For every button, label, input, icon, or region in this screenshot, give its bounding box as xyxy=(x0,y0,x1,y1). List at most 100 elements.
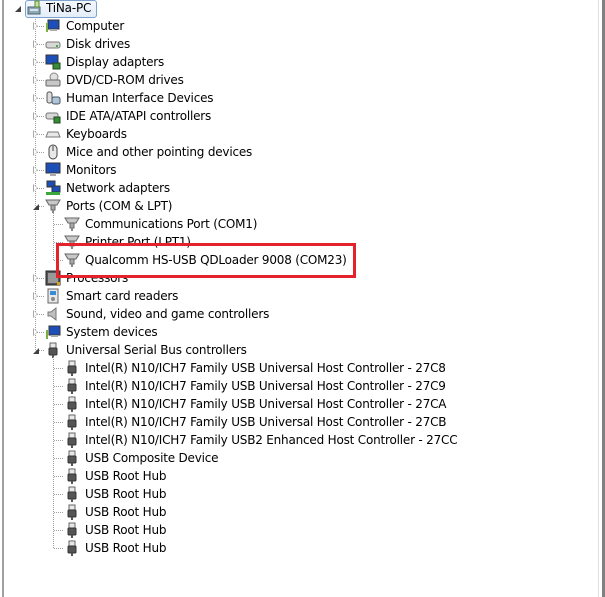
tree-category-monitors[interactable]: Monitors xyxy=(0,161,597,179)
computer-icon xyxy=(45,18,61,34)
device-tree[interactable]: TiNa-PC Computer Disk drives Display adapte… xyxy=(0,0,597,597)
expand-arrow-collapsed-icon[interactable] xyxy=(31,305,40,323)
tree-device[interactable]: Intel(R) N10/ICH7 Family USB Universal H… xyxy=(0,413,597,431)
usb-plug-icon xyxy=(64,432,80,448)
usb-plug-icon xyxy=(64,504,80,520)
tree-item-label: Intel(R) N10/ICH7 Family USB2 Enhanced H… xyxy=(85,433,458,447)
speaker-icon xyxy=(45,306,61,322)
tree-item-label: USB Root Hub xyxy=(85,505,167,519)
tree-device[interactable]: USB Composite Device xyxy=(0,449,597,467)
usb-plug-icon xyxy=(64,450,80,466)
tree-item-label: Keyboards xyxy=(66,127,127,141)
tree-category-processors[interactable]: Processors xyxy=(0,269,597,287)
tree-item-label: USB Root Hub xyxy=(85,541,167,555)
tree-item-label: Human Interface Devices xyxy=(66,91,214,105)
usb-plug-icon xyxy=(64,360,80,376)
tree-category-ide-ata-atapi-controllers[interactable]: IDE ATA/ATAPI controllers xyxy=(0,107,597,125)
tree-device[interactable]: USB Root Hub xyxy=(0,467,597,485)
expand-arrow-expanded-icon[interactable] xyxy=(13,0,22,17)
mouse-icon xyxy=(45,144,61,160)
tree-item-label: Intel(R) N10/ICH7 Family USB Universal H… xyxy=(85,397,447,411)
expand-arrow-expanded-icon[interactable] xyxy=(31,197,40,215)
tree-item-label: USB Root Hub xyxy=(85,469,167,483)
hid-icon xyxy=(45,90,61,106)
usb-plug-icon xyxy=(64,486,80,502)
tree-device[interactable]: Intel(R) N10/ICH7 Family USB Universal H… xyxy=(0,395,597,413)
usb-plug-icon xyxy=(64,468,80,484)
usb-plug-icon xyxy=(64,540,80,556)
tree-category-human-interface-devices[interactable]: Human Interface Devices xyxy=(0,89,597,107)
tree-item-label: Processors xyxy=(66,271,129,285)
tree-item-label: System devices xyxy=(66,325,158,339)
tree-item-label: Disk drives xyxy=(66,37,131,51)
tree-device[interactable]: Intel(R) N10/ICH7 Family USB Universal H… xyxy=(0,377,597,395)
tree-category-display-adapters[interactable]: Display adapters xyxy=(0,53,597,71)
usb-plug-icon xyxy=(64,522,80,538)
expand-arrow-collapsed-icon[interactable] xyxy=(31,287,40,305)
tree-item-label: Qualcomm HS-USB QDLoader 9008 (COM23) xyxy=(85,253,347,267)
tree-device[interactable]: USB Root Hub xyxy=(0,503,597,521)
expand-arrow-collapsed-icon[interactable] xyxy=(31,143,40,161)
tree-category-sound-video-and-game-controllers[interactable]: Sound, video and game controllers xyxy=(0,305,597,323)
tree-device[interactable]: USB Root Hub xyxy=(0,485,597,503)
tree-item-label: Intel(R) N10/ICH7 Family USB Universal H… xyxy=(85,379,446,393)
smart-card-reader-icon xyxy=(45,288,61,304)
tree-item-label: Universal Serial Bus controllers xyxy=(66,343,247,357)
expand-arrow-collapsed-icon[interactable] xyxy=(31,179,40,197)
tree-item-label: Ports (COM & LPT) xyxy=(66,199,173,213)
tree-device[interactable]: Printer Port (LPT1) xyxy=(0,233,597,251)
expand-arrow-collapsed-icon[interactable] xyxy=(31,89,40,107)
port-icon xyxy=(45,198,61,214)
expand-arrow-collapsed-icon[interactable] xyxy=(31,71,40,89)
tree-item-label: USB Composite Device xyxy=(85,451,219,465)
computer-tower-icon xyxy=(26,0,42,16)
expand-arrow-collapsed-icon[interactable] xyxy=(31,323,40,341)
tree-root-label: TiNa-PC xyxy=(46,1,92,15)
tree-item-label: Communications Port (COM1) xyxy=(85,217,258,231)
tree-category-ports-com-lpt[interactable]: Ports (COM & LPT) xyxy=(0,197,597,215)
disk-drive-icon xyxy=(45,36,61,52)
usb-plug-icon xyxy=(45,342,61,358)
tree-item-label: Printer Port (LPT1) xyxy=(85,235,191,249)
tree-category-dvd-cd-rom-drives[interactable]: DVD/CD-ROM drives xyxy=(0,71,597,89)
port-icon xyxy=(64,216,80,232)
tree-item-label: Network adapters xyxy=(66,181,170,195)
tree-category-smart-card-readers[interactable]: Smart card readers xyxy=(0,287,597,305)
tree-device[interactable]: Intel(R) N10/ICH7 Family USB Universal H… xyxy=(0,359,597,377)
monitor-icon xyxy=(45,162,61,178)
expand-arrow-expanded-icon[interactable] xyxy=(31,341,40,359)
tree-device[interactable]: Intel(R) N10/ICH7 Family USB2 Enhanced H… xyxy=(0,431,597,449)
tree-item-label: Computer xyxy=(66,19,125,33)
expand-arrow-collapsed-icon[interactable] xyxy=(31,107,40,125)
expand-arrow-collapsed-icon[interactable] xyxy=(31,17,40,35)
tree-device[interactable]: USB Root Hub xyxy=(0,521,597,539)
tree-category-computer[interactable]: Computer xyxy=(0,17,597,35)
expand-arrow-collapsed-icon[interactable] xyxy=(31,53,40,71)
tree-branch-line xyxy=(53,357,54,548)
tree-root[interactable]: TiNa-PC xyxy=(0,0,597,17)
tree-category-mice-and-other-pointing-devices[interactable]: Mice and other pointing devices xyxy=(0,143,597,161)
expand-arrow-collapsed-icon[interactable] xyxy=(31,269,40,287)
network-adapter-icon xyxy=(45,180,61,196)
tree-item-label: Mice and other pointing devices xyxy=(66,145,253,159)
tree-category-network-adapters[interactable]: Network adapters xyxy=(0,179,597,197)
expand-arrow-collapsed-icon[interactable] xyxy=(31,35,40,53)
tree-category-keyboards[interactable]: Keyboards xyxy=(0,125,597,143)
processor-icon xyxy=(45,270,61,286)
tree-item-label: Sound, video and game controllers xyxy=(66,307,270,321)
expand-arrow-collapsed-icon[interactable] xyxy=(31,161,40,179)
tree-item-label: IDE ATA/ATAPI controllers xyxy=(66,109,212,123)
tree-category-universal-serial-bus-controllers[interactable]: Universal Serial Bus controllers xyxy=(0,341,597,359)
tree-device[interactable]: Communications Port (COM1) xyxy=(0,215,597,233)
usb-plug-icon xyxy=(64,396,80,412)
window-right-edge xyxy=(598,0,599,597)
tree-category-disk-drives[interactable]: Disk drives xyxy=(0,35,597,53)
tree-device[interactable]: USB Root Hub xyxy=(0,539,597,557)
expand-arrow-collapsed-icon[interactable] xyxy=(31,125,40,143)
tree-item-label: USB Root Hub xyxy=(85,487,167,501)
tree-item-label: USB Root Hub xyxy=(85,523,167,537)
tree-category-system-devices[interactable]: System devices xyxy=(0,323,597,341)
tree-item-label: Intel(R) N10/ICH7 Family USB Universal H… xyxy=(85,415,447,429)
tree-item-label: Display adapters xyxy=(66,55,165,69)
tree-device[interactable]: Qualcomm HS-USB QDLoader 9008 (COM23) xyxy=(0,251,597,269)
